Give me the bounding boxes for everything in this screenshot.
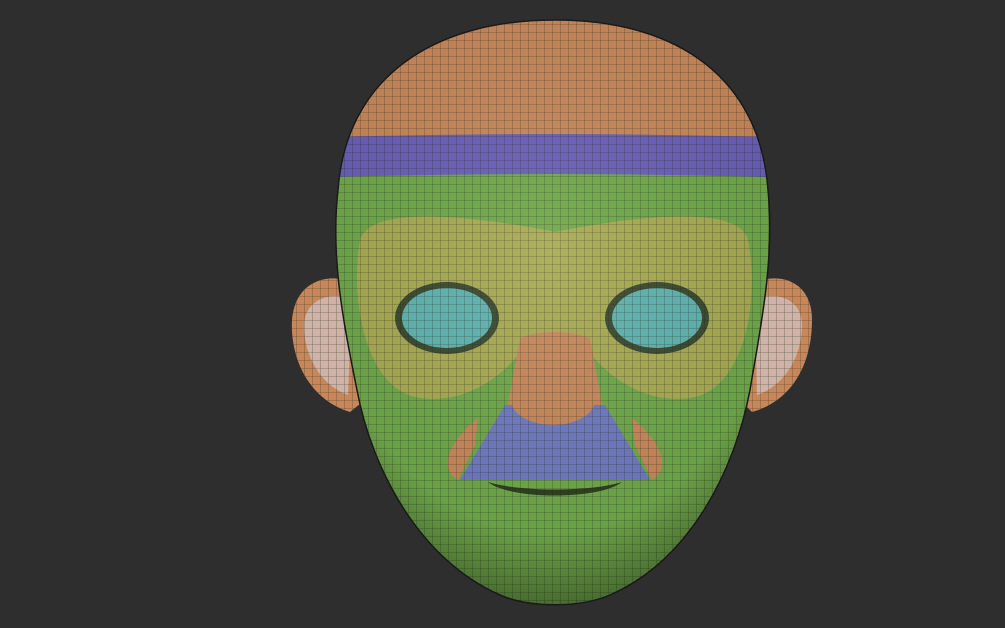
head-mesh [335,20,770,605]
head-model[interactable] [0,0,1005,628]
3d-viewport[interactable] [0,0,1005,628]
